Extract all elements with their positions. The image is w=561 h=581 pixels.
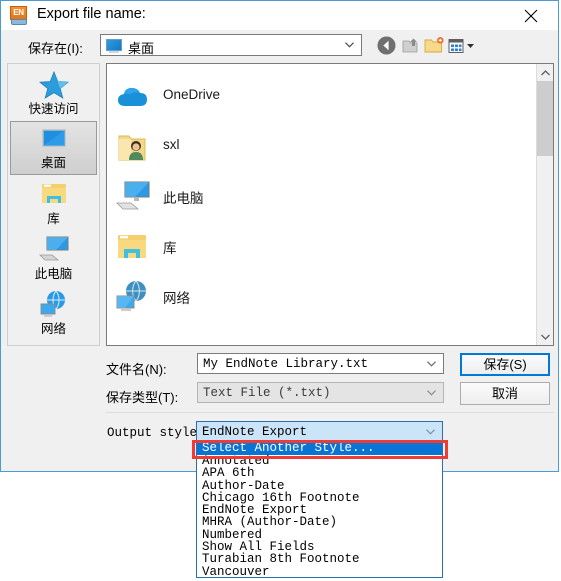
sidebar-item-network[interactable]: 网络	[10, 286, 97, 340]
chevron-down-icon[interactable]	[427, 360, 436, 367]
output-style-value: EndNote Export	[202, 425, 308, 439]
look-in-combobox[interactable]: 桌面	[100, 34, 362, 56]
dropdown-option[interactable]: Vancouver	[197, 565, 442, 577]
close-button[interactable]	[510, 1, 552, 29]
scrollbar-thumb[interactable]	[537, 81, 553, 156]
list-item[interactable]: 库	[107, 222, 517, 272]
endnote-icon-book	[11, 19, 27, 25]
new-folder-button[interactable]	[423, 35, 445, 56]
endnote-icon-label: EN	[10, 6, 27, 20]
file-list[interactable]: OneDrive sxl 此电脑 库 网络	[106, 63, 554, 346]
export-file-name-dialog: EN Export file name: 保存在(I): 桌面 快速访问 桌面 …	[0, 0, 559, 472]
title-bar: EN Export file name:	[1, 1, 558, 30]
sidebar-item-label: 快速访问	[28, 102, 79, 116]
page-title: Export file name:	[37, 6, 146, 22]
save-button[interactable]: 保存(S)	[460, 353, 550, 376]
list-item-label: sxl	[163, 137, 180, 152]
back-arrow-icon	[377, 36, 396, 55]
chevron-up-icon	[541, 70, 550, 76]
this-pc-icon	[38, 235, 70, 264]
sidebar-item-label: 网络	[40, 322, 66, 336]
list-item[interactable]: sxl	[107, 122, 517, 172]
list-item-label: 此电脑	[163, 191, 204, 206]
user-folder-icon	[115, 130, 151, 164]
dropdown-option[interactable]: APA 6th	[197, 467, 442, 480]
list-item-label: 网络	[163, 291, 190, 306]
save-as-type-combobox[interactable]: Text File (*.txt)	[197, 382, 444, 403]
scroll-up-button[interactable]	[537, 64, 553, 81]
output-style-dropdown-list[interactable]: Select Another Style... Annotated APA 6t…	[196, 442, 443, 578]
chevron-down-icon[interactable]	[426, 428, 435, 435]
up-one-level-button[interactable]	[400, 35, 422, 56]
desktop-icon	[106, 39, 122, 53]
views-grid-icon	[448, 39, 474, 53]
star-icon	[38, 70, 70, 99]
desktop-icon	[38, 126, 70, 155]
list-item[interactable]: OneDrive	[107, 72, 517, 122]
save-as-type-value: Text File (*.txt)	[203, 386, 331, 400]
scroll-down-button[interactable]	[537, 328, 553, 345]
form-divider	[106, 412, 554, 413]
sidebar-item-label: 此电脑	[34, 267, 73, 281]
views-button[interactable]	[447, 35, 479, 56]
list-item-label: 库	[163, 241, 177, 256]
file-name-label: 文件名(N):	[106, 362, 167, 377]
sidebar-item-label: 桌面	[40, 156, 66, 170]
look-in-label: 保存在(I):	[28, 41, 83, 56]
look-in-value: 桌面	[128, 41, 155, 56]
network-icon	[38, 290, 70, 319]
back-button[interactable]	[376, 35, 398, 56]
chevron-down-icon	[541, 334, 550, 340]
close-icon	[524, 9, 538, 23]
file-name-input[interactable]: My EndNote Library.txt	[197, 353, 444, 374]
new-folder-icon	[424, 37, 444, 53]
dropdown-option[interactable]: Turabian 8th Footnote	[197, 553, 442, 566]
look-in-row: 保存在(I): 桌面	[1, 30, 558, 61]
sidebar-item-quick-access[interactable]: 快速访问	[10, 66, 97, 120]
this-pc-icon	[115, 180, 151, 214]
save-as-type-label: 保存类型(T):	[106, 390, 179, 405]
output-style-combobox[interactable]: EndNote Export	[196, 421, 443, 442]
onedrive-cloud-icon	[115, 80, 151, 114]
up-folder-icon	[402, 38, 418, 53]
sidebar-item-desktop[interactable]: 桌面	[10, 121, 97, 175]
library-icon	[38, 180, 70, 209]
library-folder-icon	[115, 230, 151, 264]
sidebar-item-label: 库	[47, 212, 60, 226]
sidebar-item-libraries[interactable]: 库	[10, 176, 97, 230]
list-item-label: OneDrive	[163, 87, 221, 102]
chevron-down-icon[interactable]	[345, 42, 354, 48]
list-item[interactable]: 网络	[107, 272, 517, 322]
endnote-icon: EN	[10, 6, 29, 25]
file-name-value: My EndNote Library.txt	[203, 357, 369, 371]
file-list-scrollbar[interactable]	[536, 64, 553, 345]
output-style-label: Output style:	[107, 426, 205, 440]
cancel-button[interactable]: 取消	[460, 382, 550, 405]
dropdown-option[interactable]: MHRA (Author-Date)	[197, 516, 442, 529]
chevron-down-icon[interactable]	[427, 389, 436, 396]
network-globe-icon	[115, 280, 151, 314]
places-sidebar: 快速访问 桌面 库 此电脑 网络	[7, 63, 100, 346]
sidebar-item-this-pc[interactable]: 此电脑	[10, 231, 97, 285]
list-item[interactable]: 此电脑	[107, 172, 517, 222]
